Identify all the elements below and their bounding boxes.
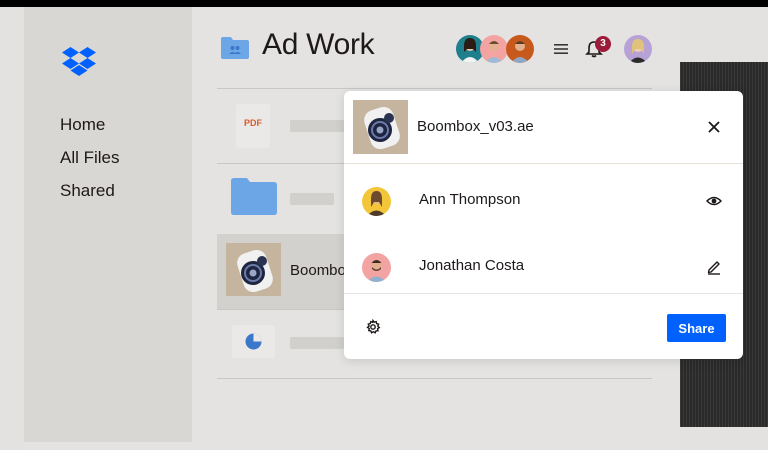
person-avatar	[362, 253, 391, 282]
pdf-icon-label: PDF	[244, 118, 262, 128]
person-name: Ann Thompson	[419, 191, 521, 208]
page-title: Ad Work	[262, 28, 375, 61]
notification-count-badge: 3	[595, 36, 611, 52]
file-thumbnail	[353, 100, 408, 154]
user-avatar[interactable]	[624, 35, 652, 63]
shared-folder-icon	[221, 37, 249, 59]
shared-person-row: Jonathan Costa	[344, 239, 743, 295]
folder-icon	[231, 178, 277, 215]
gear-icon[interactable]	[365, 319, 381, 335]
pdf-file-icon: PDF	[236, 104, 270, 148]
sidebar-item-shared[interactable]: Shared	[60, 181, 120, 214]
sidebar-nav: Home All Files Shared	[60, 115, 120, 214]
share-modal: Boombox_v03.ae Ann Thompson Jonathan Cos…	[344, 91, 743, 359]
row-divider	[217, 378, 652, 379]
chart-file-icon	[232, 325, 275, 358]
file-name-placeholder	[290, 193, 334, 205]
video-thumbnail	[226, 243, 281, 296]
share-button[interactable]: Share	[667, 314, 726, 342]
sidebar-item-all-files[interactable]: All Files	[60, 148, 120, 181]
person-avatar	[362, 187, 391, 216]
row-divider	[217, 88, 652, 89]
eye-icon[interactable]	[706, 193, 722, 209]
sidebar-item-home[interactable]: Home	[60, 115, 120, 148]
modal-file-name: Boombox_v03.ae	[417, 118, 534, 135]
file-name-placeholder	[290, 337, 344, 349]
person-name: Jonathan Costa	[419, 257, 525, 274]
menu-icon[interactable]	[554, 42, 568, 56]
sidebar: Home All Files Shared	[24, 7, 192, 442]
share-modal-footer: Share	[344, 293, 743, 360]
collaborator-avatar[interactable]	[506, 35, 534, 63]
shared-person-row: Ann Thompson	[344, 173, 743, 229]
app-window: Home All Files Shared Ad Work 3 PDF Boom…	[24, 7, 743, 450]
app-stage: Home All Files Shared Ad Work 3 PDF Boom…	[0, 7, 768, 450]
share-modal-header: Boombox_v03.ae	[344, 91, 743, 164]
dropbox-logo-icon[interactable]	[62, 47, 96, 77]
collaborator-avatar[interactable]	[480, 35, 508, 63]
close-icon[interactable]	[706, 119, 722, 135]
pencil-icon[interactable]	[706, 259, 722, 275]
